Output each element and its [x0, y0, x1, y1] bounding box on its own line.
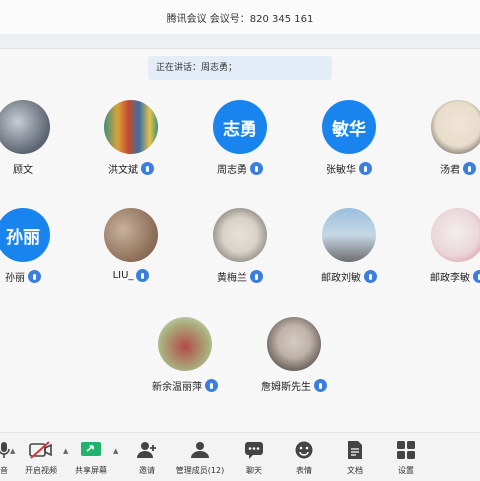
mic-icon	[28, 270, 41, 283]
window-titlebar: 腾讯会议 会议号：820 345 161	[0, 0, 480, 35]
participant-name: LIU_	[112, 270, 134, 281]
avatar	[213, 208, 267, 262]
window-title: 腾讯会议 会议号：820 345 161	[166, 13, 314, 25]
chevron-up-icon[interactable]: ▲	[113, 447, 118, 455]
mic-icon	[136, 269, 150, 282]
meeting-toolbar: 音 ▲ 开启视频 ▲ 共享屏幕 ▲ 邀请 管理成员(12) 聊天 表情 文档 设…	[0, 432, 480, 481]
avatar-text: 志勇	[223, 119, 257, 140]
participant-name: 邮政李敏	[430, 273, 470, 284]
mic-icon	[314, 379, 327, 392]
participant-name: 汤君	[440, 165, 460, 176]
participant-name: 黄梅兰	[217, 273, 247, 284]
avatar-text: 敏华	[332, 119, 366, 140]
participant-name: 孙丽	[5, 273, 25, 284]
toolbar-label: 管理成员(12)	[175, 466, 225, 475]
chat-button[interactable]: 聊天	[238, 433, 270, 481]
speaking-indicator: 正在讲话：周志勇；	[148, 56, 332, 80]
document-icon	[339, 439, 371, 461]
invite-button[interactable]: 邀请	[130, 433, 164, 481]
participant-name: 顾文	[13, 165, 33, 176]
participant-tile[interactable]: 敏华 张敏华	[294, 100, 404, 176]
avatar	[158, 317, 212, 371]
participant-tile[interactable]: 邮政李敏	[403, 208, 480, 284]
mic-icon	[141, 162, 154, 175]
settings-icon	[390, 439, 422, 461]
share-screen-button[interactable]: 共享屏幕	[68, 433, 114, 481]
reactions-button[interactable]: 表情	[288, 433, 320, 481]
toolbar-label: 聊天	[246, 466, 262, 475]
camera-off-icon	[18, 439, 64, 461]
toolbar-label: 文档	[347, 466, 363, 475]
participant-name: 新余温丽萍	[152, 382, 202, 393]
top-strip	[0, 34, 480, 49]
toolbar-label: 开启视频	[25, 466, 57, 475]
emoji-icon	[288, 439, 320, 461]
speaking-text: 正在讲话：周志勇；	[156, 63, 238, 73]
mic-icon	[364, 270, 377, 283]
participant-tile[interactable]: LIU_	[76, 208, 186, 282]
avatar	[104, 208, 158, 262]
share-screen-icon	[68, 439, 114, 461]
participant-tile[interactable]: 洪文斌	[76, 100, 186, 176]
mic-icon	[473, 270, 480, 283]
toolbar-label: 共享屏幕	[75, 466, 107, 475]
toolbar-label: 设置	[398, 466, 414, 475]
participant-name: 邮政刘敏	[321, 273, 361, 284]
participant-tile[interactable]: 志勇 周志勇	[185, 100, 295, 176]
mic-icon	[250, 162, 263, 175]
toolbar-label: 邀请	[139, 466, 155, 475]
participant-name: 张敏华	[326, 165, 356, 176]
mic-icon	[250, 270, 263, 283]
participant-tile[interactable]: 顾文	[0, 100, 78, 176]
members-icon	[172, 439, 228, 461]
participant-tile[interactable]: 詹姆斯先生	[239, 317, 349, 393]
participant-tile[interactable]: 邮政刘敏	[294, 208, 404, 284]
chevron-up-icon[interactable]: ▲	[10, 447, 15, 455]
avatar	[431, 208, 480, 262]
mute-button[interactable]: 音	[0, 433, 14, 481]
chat-icon	[238, 439, 270, 461]
avatar	[104, 100, 158, 154]
start-video-button[interactable]: 开启视频	[18, 433, 64, 481]
invite-icon	[130, 439, 164, 461]
toolbar-label: 音	[0, 466, 8, 475]
mic-icon	[463, 162, 476, 175]
avatar	[431, 100, 480, 154]
avatar: 志勇	[213, 100, 267, 154]
documents-button[interactable]: 文档	[339, 433, 371, 481]
participant-tile[interactable]: 黄梅兰	[185, 208, 295, 284]
participant-tile[interactable]: 孙丽 孙丽	[0, 208, 78, 284]
avatar	[322, 208, 376, 262]
participant-name: 洪文斌	[108, 165, 138, 176]
mic-icon	[205, 379, 218, 392]
avatar: 敏华	[322, 100, 376, 154]
participant-name: 詹姆斯先生	[261, 382, 311, 393]
toolbar-label: 表情	[296, 466, 312, 475]
settings-button[interactable]: 设置	[390, 433, 422, 481]
participant-name: 周志勇	[217, 165, 247, 176]
avatar	[0, 100, 50, 154]
avatar: 孙丽	[0, 208, 50, 262]
mic-icon	[359, 162, 372, 175]
participant-tile[interactable]: 新余温丽萍	[130, 317, 240, 393]
manage-members-button[interactable]: 管理成员(12)	[172, 433, 228, 481]
participant-tile[interactable]: 汤君	[403, 100, 480, 176]
avatar	[267, 317, 321, 371]
avatar-text: 孙丽	[6, 227, 40, 248]
